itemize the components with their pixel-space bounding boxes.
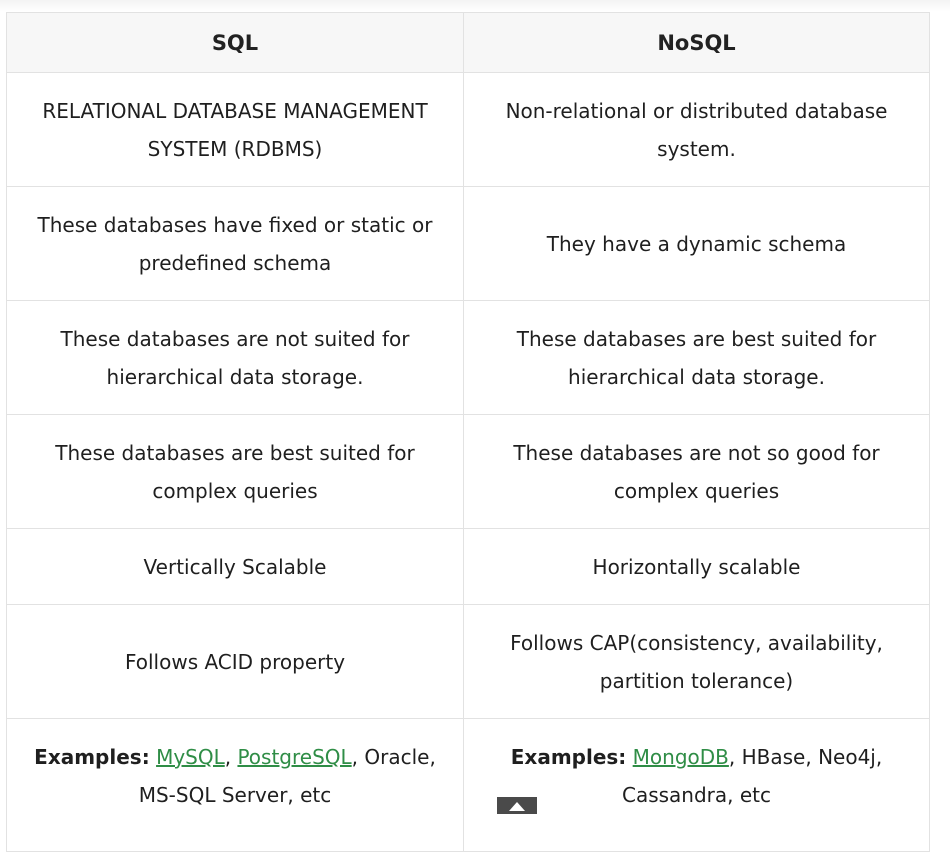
mysql-link[interactable]: MySQL bbox=[156, 745, 225, 769]
nosql-cell: These databases are not so good for comp… bbox=[463, 414, 930, 529]
examples-row: Examples: MySQL, PostgreSQL, Oracle, MS-… bbox=[6, 718, 930, 852]
header-sql: SQL bbox=[6, 12, 464, 73]
nosql-examples-cell: Examples: MongoDB, HBase, Neo4j, Cassand… bbox=[463, 718, 930, 852]
sql-cell: Follows ACID property bbox=[6, 604, 464, 719]
table-row: These databases are best suited for comp… bbox=[6, 414, 930, 529]
header-row: SQL NoSQL bbox=[6, 12, 930, 73]
sql-cell: These databases are not suited for hiera… bbox=[6, 300, 464, 415]
nosql-cell: Non-relational or distributed database s… bbox=[463, 72, 930, 187]
sql-vs-nosql-table: SQL NoSQL RELATIONAL DATABASE MANAGEMENT… bbox=[6, 12, 930, 852]
sql-examples-cell: Examples: MySQL, PostgreSQL, Oracle, MS-… bbox=[6, 718, 464, 852]
nosql-cell: Follows CAP(consistency, availability, p… bbox=[463, 604, 930, 719]
table-row: These databases have fixed or static or … bbox=[6, 186, 930, 301]
arrow-up-icon bbox=[509, 802, 525, 811]
header-nosql: NoSQL bbox=[463, 12, 930, 73]
sql-cell: These databases are best suited for comp… bbox=[6, 414, 464, 529]
table-row: These databases are not suited for hiera… bbox=[6, 300, 930, 415]
nosql-cell: These databases are best suited for hier… bbox=[463, 300, 930, 415]
mongodb-link[interactable]: MongoDB bbox=[633, 745, 729, 769]
sql-cell: These databases have fixed or static or … bbox=[6, 186, 464, 301]
examples-label: Examples: bbox=[510, 745, 627, 769]
sql-cell: RELATIONAL DATABASE MANAGEMENT SYSTEM (R… bbox=[6, 72, 464, 187]
page-top-shadow bbox=[0, 0, 950, 12]
table-row: Vertically Scalable Horizontally scalabl… bbox=[6, 528, 930, 605]
scroll-to-top-button[interactable] bbox=[497, 797, 537, 814]
nosql-cell: They have a dynamic schema bbox=[463, 186, 930, 301]
separator-text: , bbox=[224, 745, 238, 769]
table-row: Follows ACID property Follows CAP(consis… bbox=[6, 604, 930, 719]
table-row: RELATIONAL DATABASE MANAGEMENT SYSTEM (R… bbox=[6, 72, 930, 187]
examples-label: Examples: bbox=[34, 745, 150, 769]
postgresql-link[interactable]: PostgreSQL bbox=[237, 745, 351, 769]
sql-cell: Vertically Scalable bbox=[6, 528, 464, 605]
nosql-cell: Horizontally scalable bbox=[463, 528, 930, 605]
